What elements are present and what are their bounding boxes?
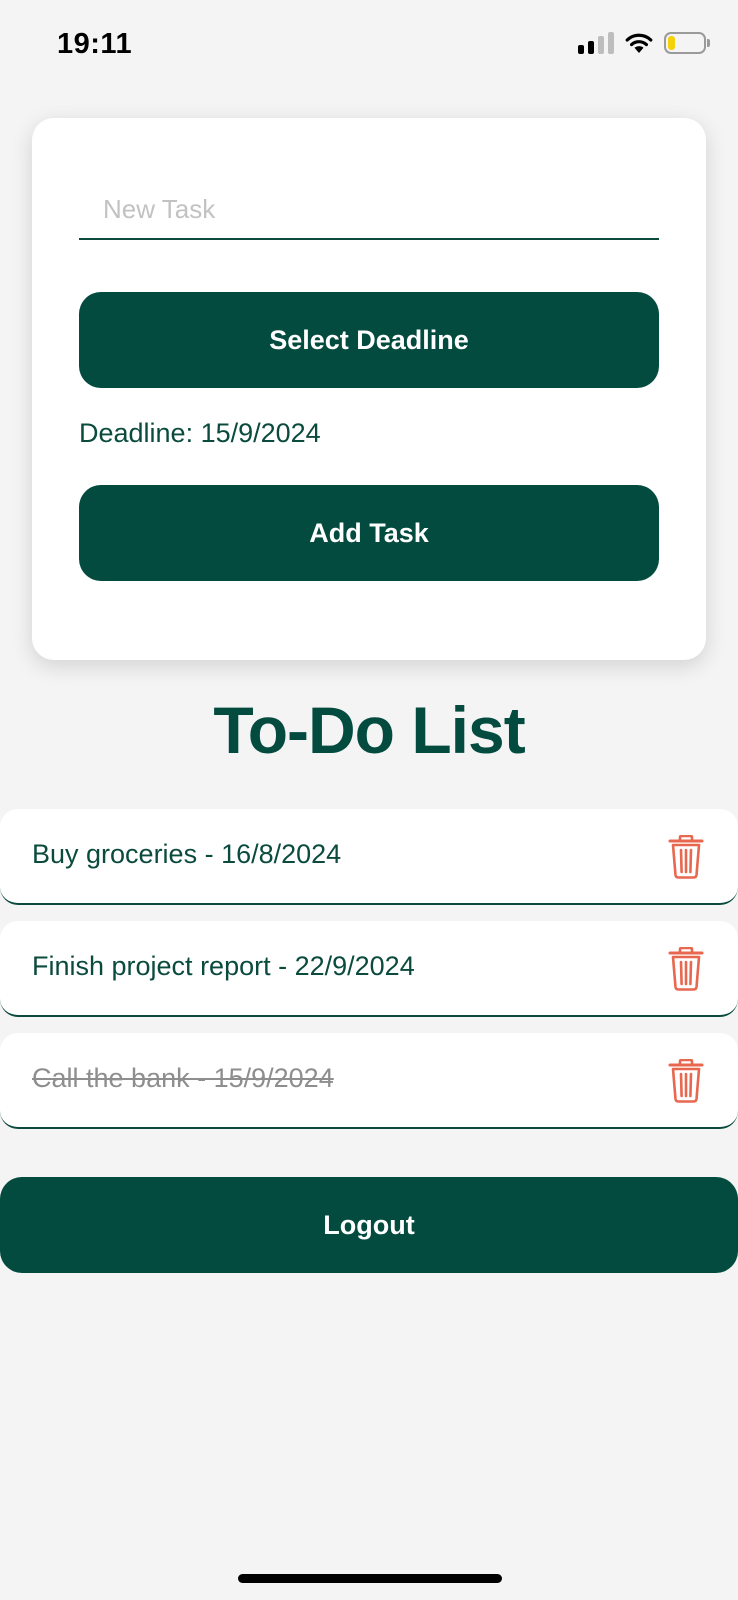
trash-icon[interactable]: [668, 947, 704, 991]
select-deadline-button[interactable]: Select Deadline: [79, 292, 659, 388]
select-deadline-label: Select Deadline: [269, 324, 469, 355]
todo-item[interactable]: Finish project report - 22/9/2024: [0, 921, 738, 1017]
page-title: To-Do List: [213, 693, 525, 767]
status-icons: [578, 32, 710, 54]
cellular-signal-icon: [578, 32, 614, 54]
todo-item-text[interactable]: Finish project report - 22/9/2024: [32, 951, 415, 982]
add-task-label: Add Task: [309, 517, 429, 548]
wifi-icon: [625, 33, 653, 53]
todo-screen: 19:11 Select Deadline Deadline: 15/9/202…: [0, 0, 738, 1600]
battery-icon: [664, 32, 710, 54]
home-indicator[interactable]: [238, 1574, 502, 1583]
logout-button[interactable]: Logout: [0, 1177, 738, 1273]
todo-item-text[interactable]: Call the bank - 15/9/2024: [32, 1063, 334, 1094]
add-task-button[interactable]: Add Task: [79, 485, 659, 581]
new-task-input[interactable]: [79, 180, 659, 240]
todo-item-text[interactable]: Buy groceries - 16/8/2024: [32, 839, 341, 870]
status-bar: 19:11: [0, 0, 738, 92]
trash-icon[interactable]: [668, 835, 704, 879]
todo-item[interactable]: Call the bank - 15/9/2024: [0, 1033, 738, 1129]
logout-label: Logout: [323, 1209, 415, 1240]
todo-item[interactable]: Buy groceries - 16/8/2024: [0, 809, 738, 905]
deadline-display: Deadline: 15/9/2024: [79, 418, 321, 448]
trash-icon[interactable]: [668, 1059, 704, 1103]
status-time: 19:11: [57, 28, 133, 60]
task-entry-card: Select Deadline Deadline: 15/9/2024 Add …: [32, 118, 706, 660]
